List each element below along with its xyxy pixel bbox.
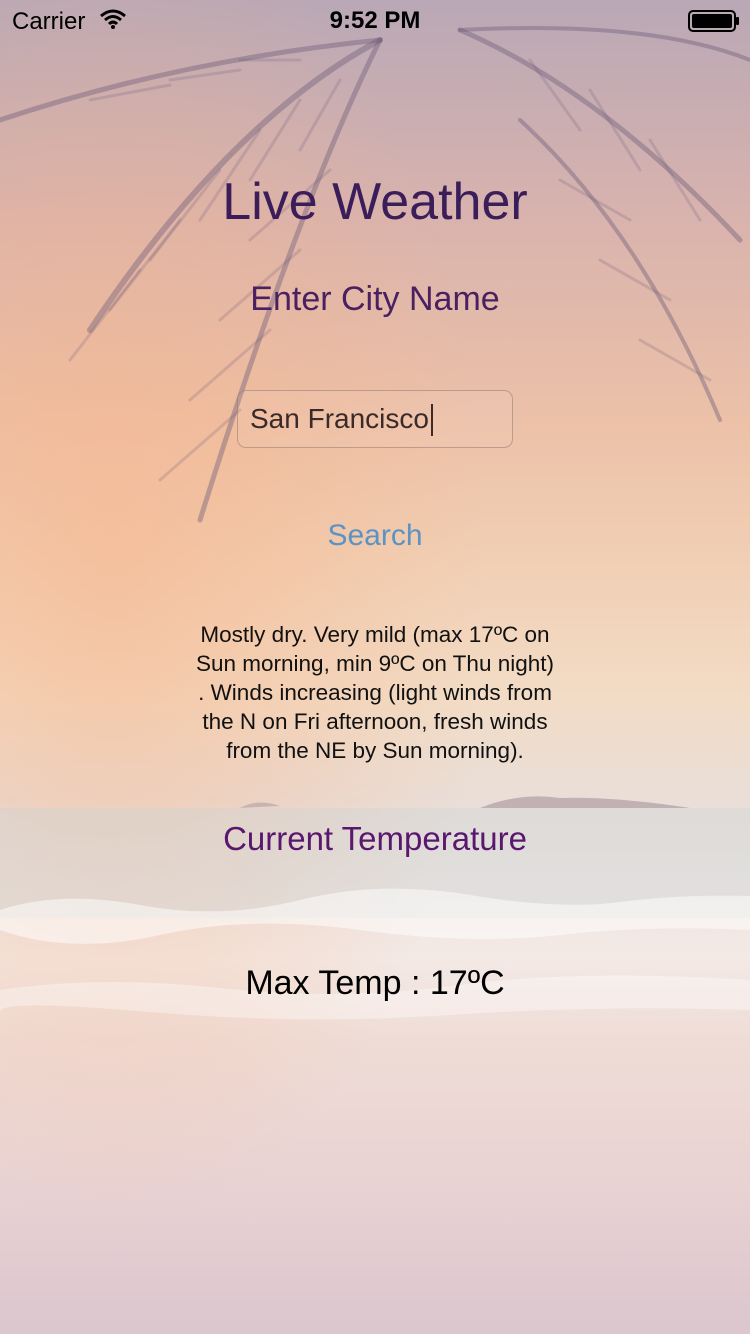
battery-icon xyxy=(688,10,739,32)
forecast-summary: Mostly dry. Very mild (max 17ºC on Sun m… xyxy=(160,620,590,765)
city-search-input[interactable] xyxy=(237,390,513,448)
status-bar: Carrier 9:52 PM xyxy=(0,0,750,40)
forecast-line: Mostly dry. Very mild (max 17ºC on xyxy=(200,622,550,647)
current-temperature-heading: Current Temperature xyxy=(223,820,527,857)
search-button[interactable]: Search xyxy=(300,514,450,558)
city-prompt-label: Enter City Name xyxy=(250,280,500,318)
max-temp-value: Max Temp : 17ºC xyxy=(245,964,505,1002)
forecast-line: . Winds increasing (light winds from xyxy=(198,680,552,705)
app-title: Live Weather xyxy=(222,173,528,231)
forecast-line: from the NE by Sun morning). xyxy=(226,738,524,763)
weather-screen: Carrier 9:52 PM Live Weather Enter City … xyxy=(0,0,750,1334)
text-cursor xyxy=(431,404,433,436)
forecast-line: the N on Fri afternoon, fresh winds xyxy=(202,709,548,734)
forecast-line: Sun morning, min 9ºC on Thu night) xyxy=(196,651,554,676)
status-time: 9:52 PM xyxy=(329,7,421,34)
